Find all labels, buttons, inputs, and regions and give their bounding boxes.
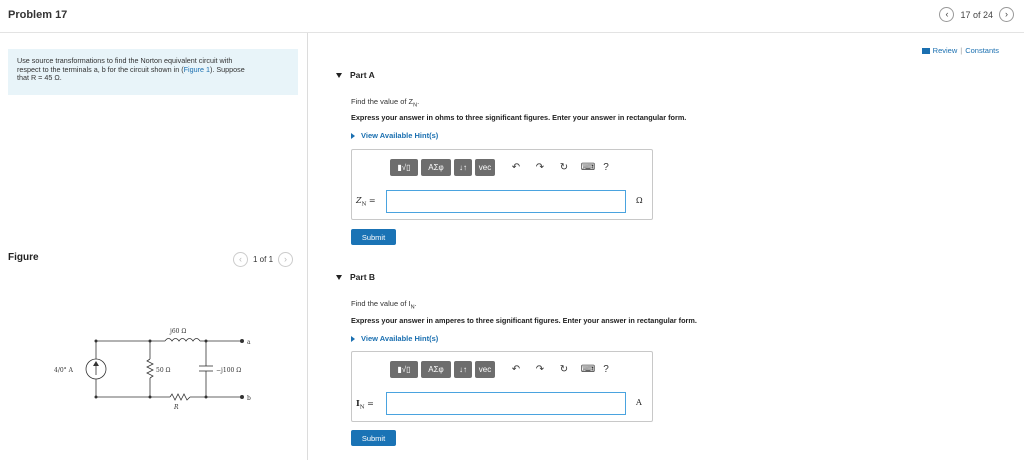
part-a-unit: Ω [636, 196, 643, 205]
terminal-b-label: b [247, 395, 251, 402]
question-text: Find the value of Z [351, 97, 414, 106]
part-b-title: Part B [350, 272, 376, 282]
question-end: . [417, 97, 420, 106]
chevron-right-icon[interactable]: › [278, 252, 294, 267]
part-a-answer-box: ▮√▯ AΣφ ↓↑ vec ↶ ↷ ↻ ⌨ ? ZN = Ω [351, 149, 653, 220]
circuit-diagram: 4/0° A 50 Ω j60 Ω −j100 Ω R a b [54, 328, 251, 411]
intro-line: that R = 45 Ω. [17, 73, 62, 83]
page-indicator: 17 of 24 [960, 9, 993, 20]
chevron-left-icon[interactable]: ‹ [939, 7, 955, 22]
review-constants: Review | Constants [921, 46, 999, 55]
part-a-variable: ZN = [356, 196, 376, 208]
top-bar: Problem 17 ‹ 17 of 24 › [0, 0, 1024, 33]
part-a-header[interactable]: Part A [336, 70, 375, 80]
part-a-question: Find the value of ZN. [351, 97, 419, 109]
figure-link[interactable]: Figure 1 [184, 65, 210, 74]
math-toolbar: ▮√▯ AΣφ ↓↑ vec ↶ ↷ ↻ ⌨ ? [390, 159, 614, 176]
part-a-answer-input[interactable] [386, 190, 626, 213]
intro-line: ). Suppose [209, 64, 245, 74]
help-icon[interactable]: ? [598, 160, 614, 176]
part-a-title: Part A [350, 70, 375, 80]
vector-button[interactable]: vec [475, 361, 495, 378]
right-panel: Review | Constants Part A Find the value… [309, 33, 1024, 460]
part-b-submit-button[interactable]: Submit [351, 430, 396, 446]
part-b-instruction: Express your answer in amperes to three … [351, 316, 697, 325]
hints-label: View Available Hint(s) [361, 131, 439, 140]
help-icon[interactable]: ? [598, 362, 614, 378]
part-b-answer-input[interactable] [386, 392, 626, 415]
resistor-50-label: 50 Ω [156, 367, 171, 374]
part-b-unit: A [636, 398, 642, 407]
var-equals: = [364, 399, 374, 408]
template-button[interactable]: ▮√▯ [390, 159, 418, 176]
part-b-question: Find the value of IN. [351, 299, 417, 311]
caret-right-icon [351, 335, 355, 342]
subscript-button[interactable]: ↓↑ [454, 159, 472, 176]
keyboard-icon[interactable]: ⌨ [580, 160, 596, 176]
resistor-r-label: R [173, 404, 179, 411]
reset-icon[interactable]: ↻ [556, 362, 572, 378]
undo-icon[interactable]: ↶ [508, 160, 524, 176]
problem-title: Problem 17 [8, 9, 68, 21]
chevron-left-icon[interactable]: ‹ [233, 252, 248, 267]
greek-button[interactable]: AΣφ [421, 159, 451, 176]
review-icon [921, 47, 930, 54]
redo-icon[interactable]: ↷ [532, 160, 548, 176]
redo-icon[interactable]: ↷ [532, 362, 548, 378]
caret-down-icon [336, 72, 342, 78]
figure-label: Figure [8, 252, 39, 263]
part-b-header[interactable]: Part B [336, 272, 375, 282]
review-link[interactable]: Review [933, 46, 958, 55]
source-label: 4/0° A [54, 367, 74, 374]
vector-button[interactable]: vec [475, 159, 495, 176]
template-button[interactable]: ▮√▯ [390, 361, 418, 378]
var-equals: = [366, 196, 376, 205]
part-a-instruction: Express your answer in ohms to three sig… [351, 113, 687, 122]
question-end: . [414, 299, 417, 308]
caret-down-icon [336, 274, 342, 280]
part-a-submit-button[interactable]: Submit [351, 229, 396, 245]
part-a-hints[interactable]: View Available Hint(s) [351, 131, 438, 140]
chevron-right-icon[interactable]: › [999, 7, 1014, 22]
terminal-a-label: a [247, 339, 251, 346]
capacitor-label: −j100 Ω [216, 367, 241, 374]
caret-right-icon [351, 132, 355, 139]
subscript-button[interactable]: ↓↑ [454, 361, 472, 378]
part-b-answer-box: ▮√▯ AΣφ ↓↑ vec ↶ ↷ ↻ ⌨ ? IN = A [351, 351, 653, 422]
keyboard-icon[interactable]: ⌨ [580, 362, 596, 378]
part-b-variable: IN = [356, 398, 374, 411]
left-panel: Use source transformations to find the N… [0, 33, 308, 460]
question-text: Find the value of I [351, 299, 411, 308]
review-separator: | [960, 46, 963, 55]
greek-button[interactable]: AΣφ [421, 361, 451, 378]
undo-icon[interactable]: ↶ [508, 362, 524, 378]
inductor-label: j60 Ω [169, 328, 186, 335]
problem-statement: Use source transformations to find the N… [8, 49, 298, 95]
hints-label: View Available Hint(s) [361, 334, 439, 343]
math-toolbar: ▮√▯ AΣφ ↓↑ vec ↶ ↷ ↻ ⌨ ? [390, 361, 614, 378]
figure-pager: ‹ 1 of 1 › [233, 252, 294, 267]
part-b-hints[interactable]: View Available Hint(s) [351, 334, 438, 343]
figure-page-indicator: 1 of 1 [253, 255, 274, 264]
constants-link[interactable]: Constants [965, 46, 999, 55]
problem-pager: ‹ 17 of 24 › [939, 7, 1014, 22]
reset-icon[interactable]: ↻ [556, 160, 572, 176]
